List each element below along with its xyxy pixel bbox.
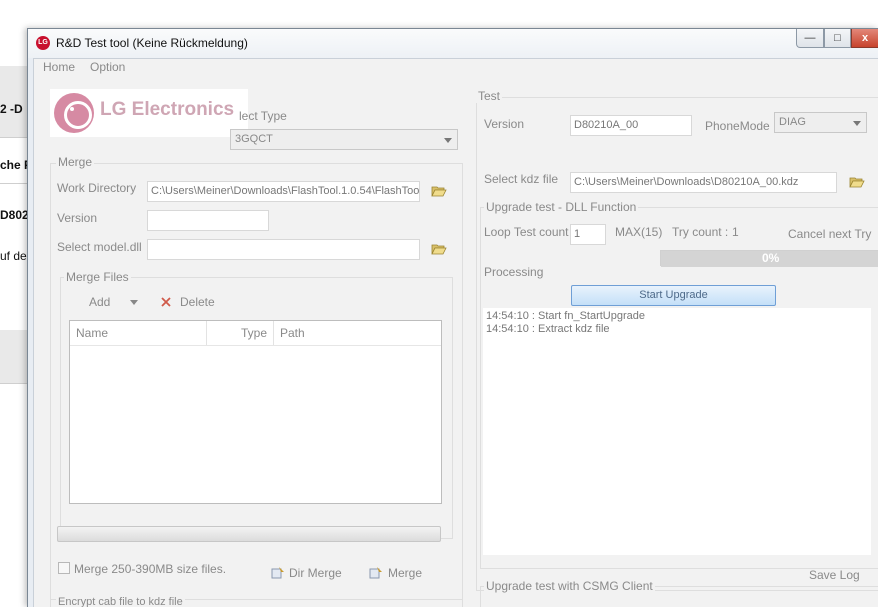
menu-option[interactable]: Option — [90, 60, 125, 74]
merge-files-table[interactable]: Name Type Path — [69, 320, 442, 504]
background-text: 2 -D — [0, 102, 23, 116]
phone-mode-dropdown[interactable]: DIAG — [774, 112, 867, 133]
start-upgrade-button[interactable]: Start Upgrade — [571, 285, 776, 306]
background-panel — [0, 330, 30, 384]
menu-home[interactable]: Home — [43, 60, 75, 74]
merge-icon — [369, 567, 382, 579]
loop-test-label: Loop Test count — [484, 225, 569, 239]
delete-x-icon — [161, 297, 171, 307]
lg-logo: LG Electronics — [50, 89, 248, 137]
merge-icon — [271, 567, 284, 579]
client-area: Home Option LG Electronics lect Type 3GQ… — [33, 58, 878, 607]
add-button[interactable]: Add — [89, 295, 110, 309]
logo-text: LG Electronics — [100, 99, 235, 120]
csmg-group-title: Upgrade test with CSMG Client — [484, 579, 655, 593]
title-bar[interactable]: LG R&D Test tool (Keine Rückmeldung) — □… — [28, 29, 878, 58]
merge-files-group-title: Merge Files — [64, 270, 131, 284]
merge-button[interactable]: Merge — [388, 566, 422, 580]
maximize-button[interactable]: □ — [824, 29, 851, 48]
select-type-value: 3GQCT — [235, 133, 273, 145]
max-label: MAX(15) — [615, 225, 663, 239]
test-version-label: Version — [484, 117, 525, 131]
background-window: 2 -D che F D802 uf der — [0, 0, 30, 607]
folder-open-icon[interactable] — [431, 243, 447, 255]
folder-open-icon[interactable] — [431, 185, 447, 197]
column-header-type[interactable]: Type — [207, 321, 274, 345]
app-window: LG R&D Test tool (Keine Rückmeldung) — □… — [27, 28, 878, 607]
column-header-name[interactable]: Name — [70, 321, 207, 345]
dir-merge-button[interactable]: Dir Merge — [289, 566, 342, 580]
try-count-value: 1 — [732, 225, 739, 239]
version-label: Version — [57, 211, 98, 225]
merge-group-title: Merge — [56, 155, 95, 169]
try-count-label: Try count : — [672, 225, 729, 239]
cancel-next-try-button[interactable]: Cancel next Try — [788, 227, 871, 241]
chevron-down-icon — [853, 121, 861, 126]
select-type-label: lect Type — [239, 109, 287, 123]
upgrade-group-title: Upgrade test - DLL Function — [484, 200, 639, 214]
log-output[interactable]: 14:54:10 : Start fn_StartUpgrade 14:54:1… — [483, 308, 871, 555]
model-dll-field[interactable] — [147, 239, 420, 260]
column-header-path[interactable]: Path — [274, 321, 441, 345]
log-line: 14:54:10 : Extract kdz file — [486, 323, 610, 335]
window-title: R&D Test tool (Keine Rückmeldung) — [56, 36, 248, 50]
encrypt-group-title: Encrypt cab file to kdz file — [56, 596, 185, 607]
test-group-title: Test — [476, 89, 503, 103]
progress-percent-text: 0% — [762, 251, 780, 265]
work-directory-label: Work Directory — [57, 181, 137, 195]
lg-logo-icon — [54, 93, 94, 133]
phone-mode-value: DIAG — [779, 116, 806, 128]
background-text: che F — [0, 158, 30, 172]
lg-app-icon: LG — [36, 36, 50, 50]
minimize-button[interactable]: — — [796, 29, 824, 48]
background-text: D802 — [0, 208, 29, 222]
phone-mode-label: PhoneMode — [705, 119, 770, 133]
select-kdz-label: Select kdz file — [484, 172, 559, 186]
merge-progress-bar — [57, 526, 441, 542]
processing-label: Processing — [484, 265, 544, 279]
chevron-down-icon[interactable] — [130, 300, 138, 305]
log-line: 14:54:10 : Start fn_StartUpgrade — [486, 310, 645, 322]
test-version-field[interactable]: D80210A_00 — [570, 115, 692, 136]
kdz-file-field[interactable]: C:\Users\Meiner\Downloads\D80210A_00.kdz — [570, 172, 837, 193]
upgrade-progress-bar: 0% — [660, 250, 878, 267]
work-directory-field[interactable]: C:\Users\Meiner\Downloads\FlashTool.1.0.… — [147, 181, 420, 202]
select-model-dll-label: Select model.dll — [57, 240, 142, 254]
background-text: uf der — [0, 249, 30, 263]
folder-open-icon[interactable] — [849, 176, 865, 188]
select-type-dropdown[interactable]: 3GQCT — [230, 129, 458, 150]
delete-button[interactable]: Delete — [180, 295, 215, 309]
close-button[interactable]: x — [851, 29, 878, 48]
loop-test-field[interactable]: 1 — [570, 224, 606, 245]
chevron-down-icon — [444, 138, 452, 143]
merge-size-checkbox[interactable] — [58, 562, 70, 574]
version-field[interactable] — [147, 210, 269, 231]
save-log-button[interactable]: Save Log — [809, 568, 860, 582]
merge-size-label: Merge 250-390MB size files. — [74, 562, 227, 576]
